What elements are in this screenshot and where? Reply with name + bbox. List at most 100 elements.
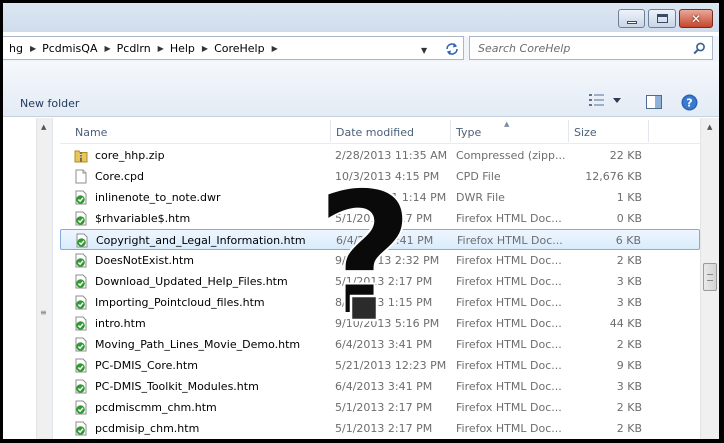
scroll-thumb[interactable] xyxy=(703,263,717,291)
column-divider[interactable] xyxy=(450,120,451,142)
file-date: 9/11/2013 2:32 PM xyxy=(335,254,440,267)
file-row[interactable]: Download_Updated_Help_Files.htm 5/1/2013 … xyxy=(60,271,700,292)
html-file-icon xyxy=(74,274,88,289)
file-row[interactable]: intro.htm 9/10/2013 5:16 PM Firefox HTML D… xyxy=(60,313,700,334)
file-row[interactable]: Importing_Pointcloud_files.htm 8/8/2013 1… xyxy=(60,292,700,313)
html-file-icon xyxy=(75,233,89,248)
search-input[interactable] xyxy=(478,41,678,56)
file-size: 44 KB xyxy=(609,317,642,330)
html-file-icon xyxy=(74,400,88,415)
chevron-right-icon[interactable]: ▶ xyxy=(30,44,36,53)
file-size: 1 KB xyxy=(616,191,642,204)
file-row[interactable]: Core.cpd 10/3/2013 4:15 PM CPD File 12,676 … xyxy=(60,166,700,187)
file-size: 0 KB xyxy=(616,212,642,225)
column-divider[interactable] xyxy=(648,120,649,142)
file-row[interactable]: $rhvariable$.htm 5/1/2013 2:17 PM Firefox … xyxy=(60,208,700,229)
file-row[interactable]: PC-DMIS_Toolkit_Modules.htm 6/4/2013 3:41… xyxy=(60,376,700,397)
chevron-down-icon xyxy=(613,97,621,103)
file-row[interactable]: Moving_Path_Lines_Movie_Demo.htm 6/4/2013… xyxy=(60,334,700,355)
explorer-window: ✕ hg ▶ PcdmisQA ▶ Pcdlrn ▶ Help ▶ CoreHelp ▶ … xyxy=(3,3,719,439)
breadcrumb-item[interactable]: Help ▶ xyxy=(170,42,214,55)
file-size: 3 KB xyxy=(616,296,642,309)
splitter-grip-icon[interactable]: ≡ xyxy=(40,308,49,317)
file-row[interactable]: PC-DMIS_Core.htm 5/21/2013 12:23 PM Firefo… xyxy=(60,355,700,376)
column-header-name[interactable]: Name xyxy=(75,126,107,139)
file-date: 10/26/2011 1:14 PM xyxy=(335,191,447,204)
html-file-icon xyxy=(74,337,88,352)
file-name: pcdmiscmm_chm.htm xyxy=(95,401,217,414)
file-date: 5/1/2013 2:17 PM xyxy=(335,422,433,435)
details-view-icon xyxy=(589,94,604,106)
column-divider[interactable] xyxy=(330,120,331,142)
help-icon[interactable]: ? xyxy=(681,94,698,111)
file-date: 8/8/2013 1:15 PM xyxy=(335,296,433,309)
file-row[interactable]: Copyright_and_Legal_Information.htm 6/4/2… xyxy=(60,229,700,250)
file-date: 2/28/2013 11:35 AM xyxy=(335,149,448,162)
scroll-up-icon[interactable]: ▲ xyxy=(707,123,712,131)
address-bar: hg ▶ PcdmisQA ▶ Pcdlrn ▶ Help ▶ CoreHelp ▶ ▼ xyxy=(3,36,719,62)
file-date: 5/1/2013 2:17 PM xyxy=(335,401,433,414)
file-type: Firefox HTML Doc... xyxy=(456,422,562,435)
file-row[interactable]: pcdmisip_chm.htm 5/1/2013 2:17 PM Firefox … xyxy=(60,418,700,439)
column-header-size[interactable]: Size xyxy=(574,126,597,139)
vertical-scrollbar[interactable]: ▲ xyxy=(700,118,719,439)
chevron-right-icon[interactable]: ▶ xyxy=(272,44,278,53)
file-row[interactable]: inlinenote_to_note.dwr 10/26/2011 1:14 PM… xyxy=(60,187,700,208)
file-list: ▲ Name Date modified Type Size core_hhp.… xyxy=(60,118,700,439)
file-name: intro.htm xyxy=(95,317,146,330)
close-button[interactable]: ✕ xyxy=(679,9,713,28)
file-name: Moving_Path_Lines_Movie_Demo.htm xyxy=(95,338,301,351)
breadcrumb-item[interactable]: hg ▶ xyxy=(9,42,42,55)
file-date: 9/10/2013 5:16 PM xyxy=(335,317,440,330)
file-name: Download_Updated_Help_Files.htm xyxy=(95,275,288,288)
file-name: pcdmisip_chm.htm xyxy=(95,422,200,435)
chevron-right-icon[interactable]: ▶ xyxy=(202,44,208,53)
zip-folder-icon xyxy=(74,148,88,163)
file-type: Compressed (zipp... xyxy=(456,149,566,162)
column-header-row: ▲ Name Date modified Type Size xyxy=(60,118,700,144)
breadcrumb-item[interactable]: CoreHelp ▶ xyxy=(214,42,284,55)
column-header-date[interactable]: Date modified xyxy=(336,126,414,139)
change-view-button[interactable] xyxy=(589,94,621,106)
file-row[interactable]: core_hhp.zip 2/28/2013 11:35 AM Compressed… xyxy=(60,145,700,166)
search-box[interactable] xyxy=(469,36,713,60)
breadcrumb-item[interactable]: PcdmisQA ▶ xyxy=(42,42,117,55)
file-name: $rhvariable$.htm xyxy=(95,212,191,225)
html-file-icon xyxy=(74,421,88,436)
file-type: Firefox HTML Doc... xyxy=(456,296,562,309)
maximize-button[interactable] xyxy=(648,9,676,28)
preview-pane-icon[interactable] xyxy=(646,95,662,109)
html-file-icon xyxy=(74,295,88,310)
chevron-down-icon[interactable]: ▼ xyxy=(421,46,427,55)
column-header-type[interactable]: Type xyxy=(456,126,481,139)
nav-scrollbar[interactable]: ▲ ≡ xyxy=(36,118,52,439)
chevron-right-icon[interactable]: ▶ xyxy=(158,44,164,53)
file-type: Firefox HTML Doc... xyxy=(457,234,563,247)
file-name: core_hhp.zip xyxy=(95,149,165,162)
file-type: CPD File xyxy=(456,170,501,183)
minimize-button[interactable] xyxy=(618,9,645,28)
file-type: Firefox HTML Doc... xyxy=(456,254,562,267)
svg-text:?: ? xyxy=(686,97,692,110)
file-size: 6 KB xyxy=(615,234,641,247)
refresh-button[interactable] xyxy=(441,40,463,58)
breadcrumb[interactable]: hg ▶ PcdmisQA ▶ Pcdlrn ▶ Help ▶ CoreHelp ▶ ▼ xyxy=(3,36,464,60)
file-name: PC-DMIS_Core.htm xyxy=(95,359,198,372)
file-date: 10/3/2013 4:15 PM xyxy=(335,170,440,183)
file-name: inlinenote_to_note.dwr xyxy=(95,191,221,204)
file-date: 5/1/2013 2:17 PM xyxy=(335,212,433,225)
file-row[interactable]: DoesNotExist.htm 9/11/2013 2:32 PM Firefox… xyxy=(60,250,700,271)
search-icon[interactable] xyxy=(693,42,706,55)
title-bar: ✕ xyxy=(3,3,719,32)
column-divider[interactable] xyxy=(568,120,569,142)
chevron-right-icon[interactable]: ▶ xyxy=(104,44,110,53)
breadcrumb-item[interactable]: Pcdlrn ▶ xyxy=(117,42,170,55)
file-row[interactable]: pcdmiscmm_chm.htm 5/1/2013 2:17 PM Firefox… xyxy=(60,397,700,418)
file-name: PC-DMIS_Toolkit_Modules.htm xyxy=(95,380,259,393)
file-type: Firefox HTML Doc... xyxy=(456,359,562,372)
file-name: Importing_Pointcloud_files.htm xyxy=(95,296,265,309)
html-file-icon xyxy=(74,358,88,373)
file-size: 9 KB xyxy=(616,359,642,372)
scroll-up-icon[interactable]: ▲ xyxy=(41,123,46,131)
new-folder-button[interactable]: New folder xyxy=(20,97,79,110)
